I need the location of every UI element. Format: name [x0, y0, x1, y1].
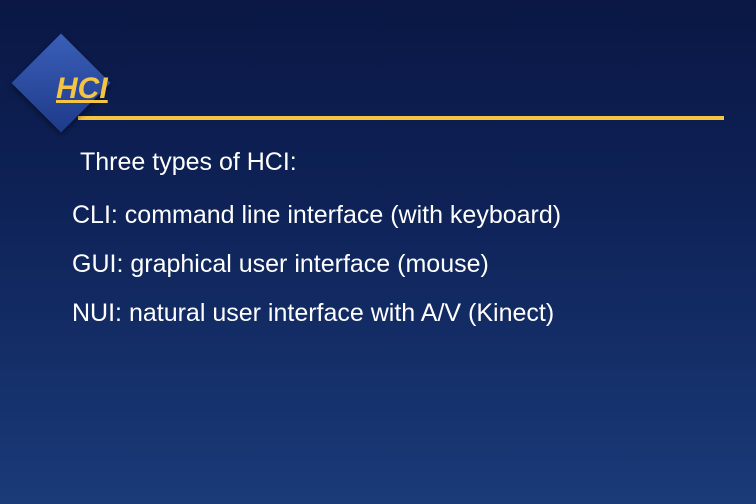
slide-content: Three types of HCI: CLI: command line in… [72, 148, 716, 348]
intro-text: Three types of HCI: [80, 148, 716, 177]
list-item: NUI: natural user interface with A/V (Ki… [72, 299, 716, 328]
list-item: GUI: graphical user interface (mouse) [72, 250, 716, 279]
title-underline-rule [78, 116, 724, 120]
list-item: CLI: command line interface (with keyboa… [72, 201, 716, 230]
slide-title: HCI [56, 72, 108, 106]
